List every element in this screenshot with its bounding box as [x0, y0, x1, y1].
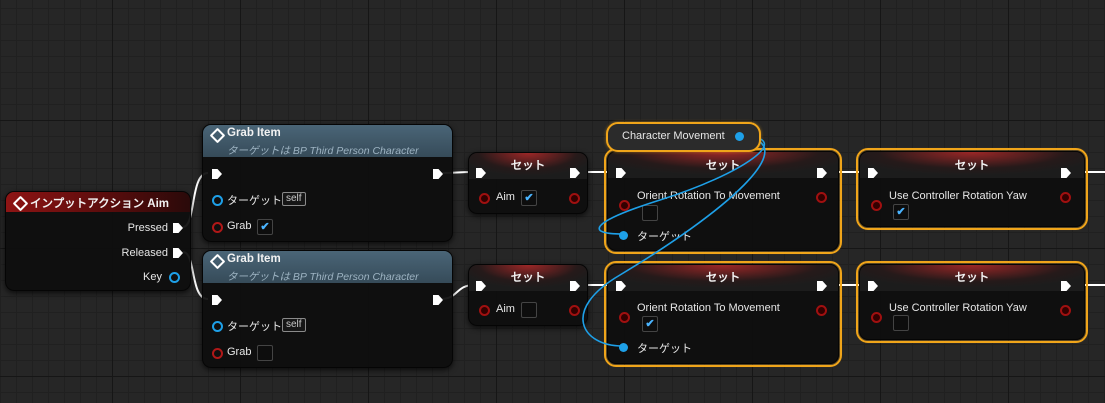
grab-item-node-bottom[interactable]: Grab Item ターゲットは BP Third Person Charact… [202, 250, 453, 368]
node-title: セット [510, 160, 546, 172]
target-label: ターゲット [637, 343, 692, 355]
yaw-out-pin[interactable] [1060, 192, 1071, 203]
aim-checkbox[interactable]: ✔ [521, 190, 537, 206]
target-pin[interactable] [619, 343, 628, 352]
grab-label: Grab [227, 220, 252, 232]
character-movement-node[interactable]: Character Movement [606, 122, 761, 152]
grab-checkbox[interactable]: ✔ [257, 219, 273, 235]
key-label: Key [143, 271, 162, 283]
exec-in-pin[interactable] [212, 295, 222, 305]
orient-pin[interactable] [619, 200, 630, 211]
aim-label: Aim [496, 303, 515, 315]
set-yaw-node-top[interactable]: セット Use Controller Rotation Yaw ✔ [856, 148, 1088, 230]
node-title: セット [705, 272, 741, 284]
aim-pin[interactable] [479, 193, 490, 204]
aim-checkbox[interactable] [521, 302, 537, 318]
aim-out-pin[interactable] [569, 305, 580, 316]
aim-out-pin[interactable] [569, 193, 580, 204]
grab-label: Grab [227, 346, 252, 358]
character-movement-label: Character Movement [622, 130, 725, 142]
node-title: セット [954, 160, 990, 172]
node-title: Grab Item [227, 127, 281, 139]
node-title: インプットアクション Aim [30, 198, 169, 210]
grab-item-node-top[interactable]: Grab Item ターゲットは BP Third Person Charact… [202, 124, 453, 242]
yaw-label: Use Controller Rotation Yaw [889, 302, 1027, 314]
target-pin[interactable] [212, 321, 223, 332]
released-label: Released [121, 247, 168, 259]
yaw-out-pin[interactable] [1060, 305, 1071, 316]
node-title: セット [510, 272, 546, 284]
input-action-node[interactable]: インプットアクション Aim Pressed Released Key [5, 191, 191, 291]
exec-in-pin[interactable] [212, 169, 222, 179]
node-subtitle: ターゲットは BP Third Person Character [227, 145, 419, 157]
orient-out-pin[interactable] [816, 192, 827, 203]
orient-checkbox[interactable]: ✔ [642, 316, 658, 332]
grab-pin[interactable] [212, 348, 223, 359]
orient-out-pin[interactable] [816, 305, 827, 316]
released-exec-pin[interactable] [173, 248, 183, 258]
orient-checkbox[interactable] [642, 205, 658, 221]
exec-out-pin[interactable] [433, 295, 443, 305]
set-aim-node-top[interactable]: セット Aim ✔ [468, 152, 588, 214]
pressed-label: Pressed [127, 222, 168, 234]
grab-checkbox[interactable] [257, 345, 273, 361]
yaw-label: Use Controller Rotation Yaw [889, 190, 1027, 202]
node-title: セット [954, 272, 990, 284]
key-pin[interactable] [169, 272, 180, 283]
grab-pin[interactable] [212, 222, 223, 233]
target-pin[interactable] [619, 231, 628, 240]
self-value[interactable]: self [282, 318, 306, 332]
yaw-pin[interactable] [871, 200, 882, 211]
aim-label: Aim [496, 191, 515, 203]
target-pin[interactable] [212, 195, 223, 206]
pressed-exec-pin[interactable] [173, 223, 183, 233]
yaw-checkbox[interactable] [893, 315, 909, 331]
node-title: セット [705, 160, 741, 172]
node-title: Grab Item [227, 253, 281, 265]
orient-label: Orient Rotation To Movement [637, 302, 780, 314]
target-label: ターゲット [637, 231, 692, 243]
set-orient-node-top[interactable]: セット Orient Rotation To Movement ターゲット [604, 148, 842, 254]
self-value[interactable]: self [282, 192, 306, 206]
character-movement-pin[interactable] [735, 132, 744, 141]
orient-label: Orient Rotation To Movement [637, 190, 780, 202]
set-orient-node-bottom[interactable]: セット Orient Rotation To Movement ✔ ターゲット [604, 261, 842, 367]
set-yaw-node-bottom[interactable]: セット Use Controller Rotation Yaw [856, 261, 1088, 343]
yaw-checkbox[interactable]: ✔ [893, 204, 909, 220]
orient-pin[interactable] [619, 312, 630, 323]
set-aim-node-bottom[interactable]: セット Aim [468, 264, 588, 326]
aim-pin[interactable] [479, 305, 490, 316]
exec-out-pin[interactable] [433, 169, 443, 179]
target-label: ターゲット [227, 321, 282, 333]
yaw-pin[interactable] [871, 312, 882, 323]
node-subtitle: ターゲットは BP Third Person Character [227, 271, 419, 283]
target-label: ターゲット [227, 195, 282, 207]
